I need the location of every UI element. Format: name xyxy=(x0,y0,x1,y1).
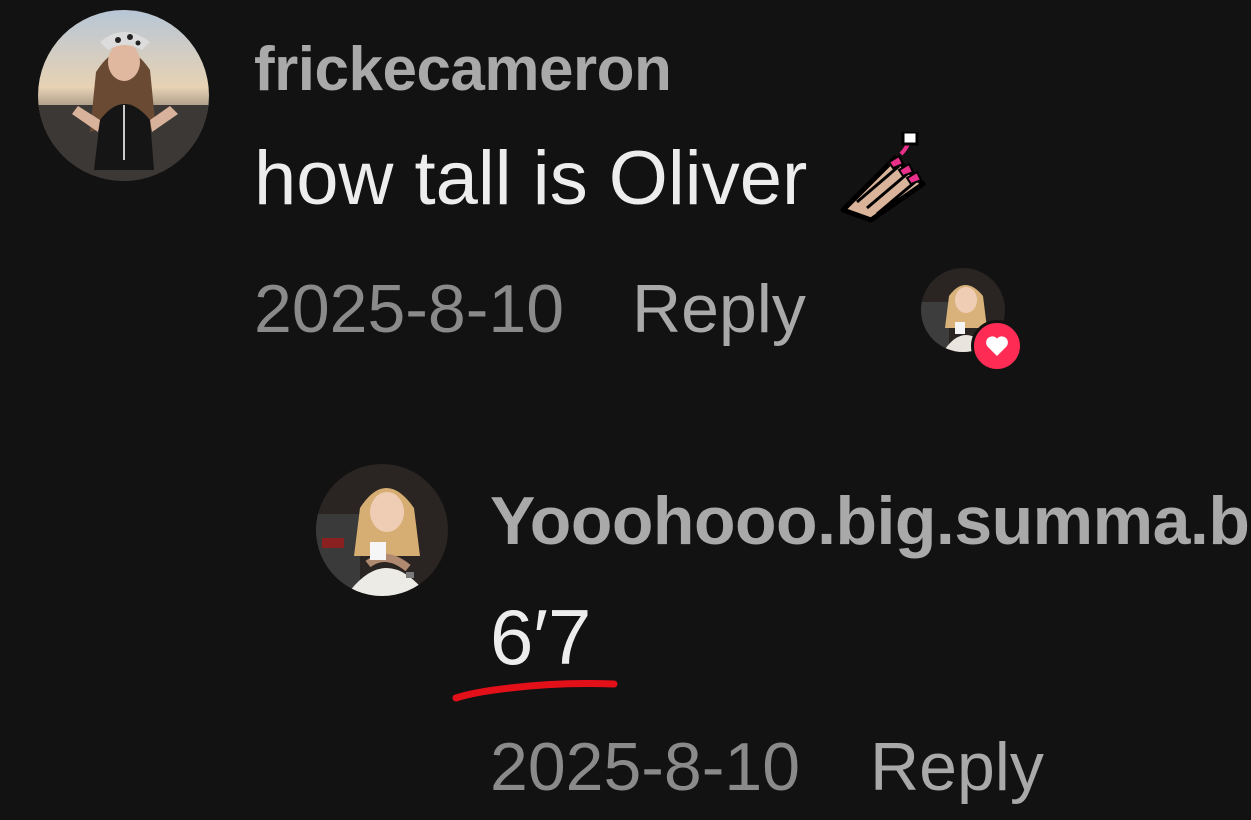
liked-by-creator-indicator xyxy=(921,268,1023,372)
replier-avatar[interactable] xyxy=(316,464,448,596)
comment-text: how tall is Oliver xyxy=(254,130,929,224)
commenter-avatar[interactable] xyxy=(38,10,209,181)
heart-icon xyxy=(971,320,1023,372)
replier-username[interactable]: Yooohooo.big.summa.b xyxy=(490,482,1250,560)
comment-date: 2025-8-10 xyxy=(254,271,565,347)
reply-text: 6′7 xyxy=(490,593,592,681)
comment-meta: 2025-8-10 Reply xyxy=(254,270,806,348)
annotation-underline xyxy=(452,680,618,702)
commenter-username[interactable]: frickecameron xyxy=(254,34,672,105)
reply-date: 2025-8-10 xyxy=(490,729,801,805)
reply-meta: 2025-8-10 Reply xyxy=(490,728,1044,806)
reply-button[interactable]: Reply xyxy=(870,728,1044,806)
comment-text-content: how tall is Oliver xyxy=(254,135,808,221)
nail-polish-icon xyxy=(837,130,929,224)
reply-button[interactable]: Reply xyxy=(632,270,806,348)
